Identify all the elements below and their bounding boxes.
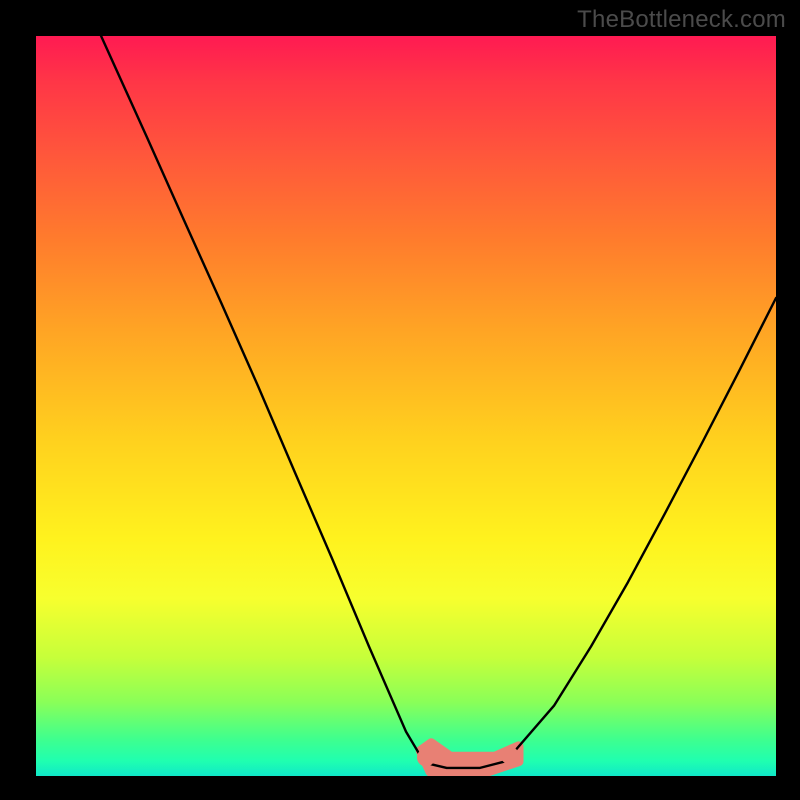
- main-curve: [101, 36, 776, 768]
- curve-layer: [36, 36, 776, 776]
- marker-dot-right: [501, 746, 519, 764]
- marker-dot-left: [417, 749, 435, 767]
- chart-frame: TheBottleneck.com: [0, 0, 800, 800]
- plot-area: [36, 36, 776, 776]
- watermark-text: TheBottleneck.com: [577, 6, 786, 34]
